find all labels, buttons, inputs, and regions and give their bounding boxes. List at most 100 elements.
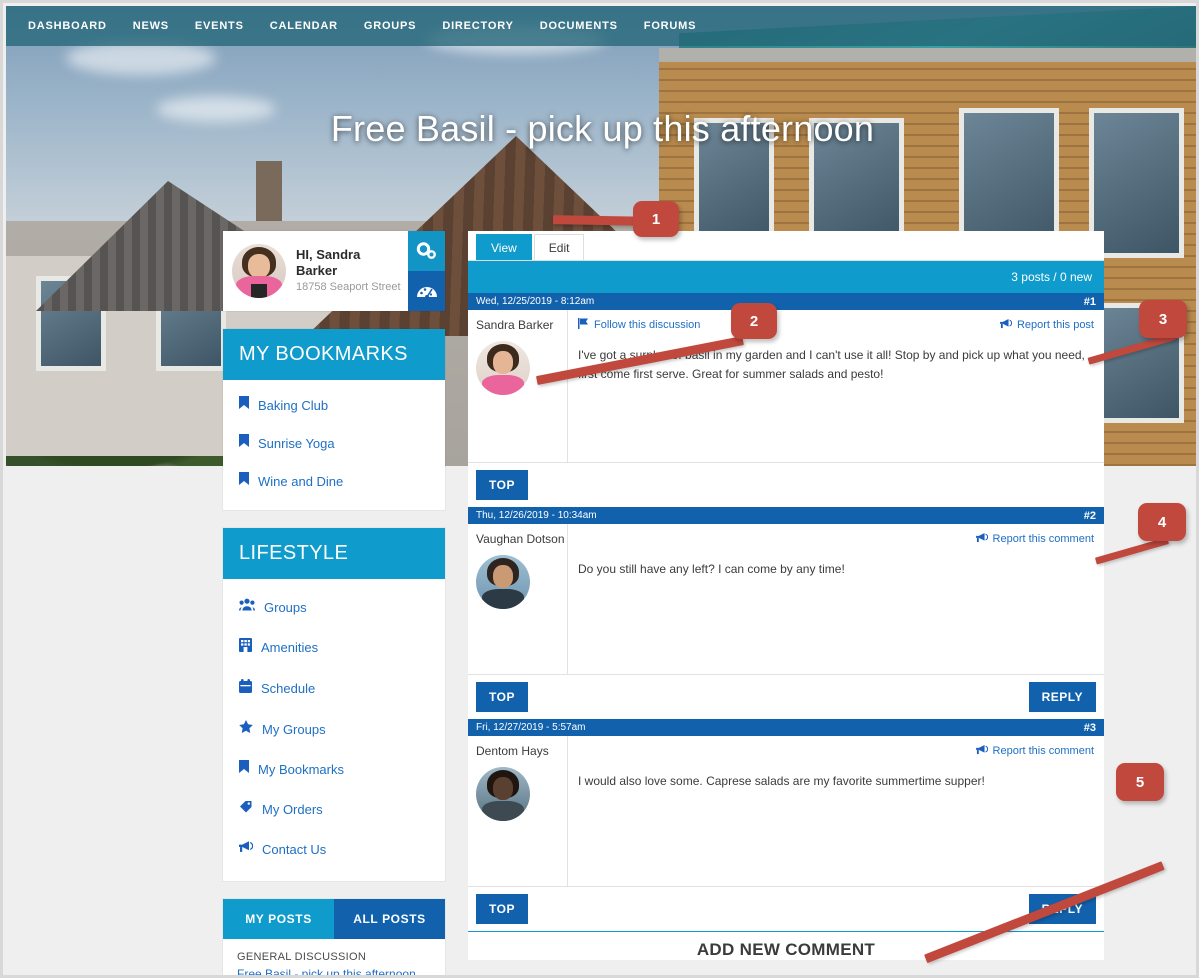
- star-icon: [239, 720, 253, 738]
- callout-2: 2: [535, 303, 783, 385]
- callout-5: 5: [908, 763, 1168, 964]
- posts-widget: MY POSTS ALL POSTS GENERAL DISCUSSION Fr…: [223, 899, 445, 975]
- nav-item-dashboard[interactable]: DASHBOARD: [28, 20, 107, 32]
- lifestyle-item-my-groups[interactable]: My Groups: [223, 709, 445, 749]
- top-button[interactable]: TOP: [476, 894, 528, 924]
- post-footer-1: TOP: [468, 463, 1104, 507]
- post-date-3: Fri, 12/27/2019 - 5:57am: [476, 722, 586, 733]
- chimney: [256, 161, 282, 221]
- callout-1-label: 1: [633, 201, 679, 237]
- avatar: [476, 341, 530, 395]
- nav-item-documents[interactable]: DOCUMENTS: [540, 20, 618, 32]
- post-author-2: Vaughan Dotson: [476, 532, 565, 546]
- bookmark-item-sunrise-yoga[interactable]: Sunrise Yoga: [223, 424, 445, 462]
- post-date-2: Thu, 12/26/2019 - 10:34am: [476, 510, 597, 521]
- flag-icon: [578, 318, 589, 332]
- bookmark-item-baking-club[interactable]: Baking Club: [223, 386, 445, 424]
- callout-1: 1: [552, 201, 683, 247]
- profile-name: HI, Sandra Barker: [296, 246, 361, 279]
- bookmark-label: Baking Club: [258, 397, 329, 413]
- post-number-3: #3: [1083, 721, 1096, 734]
- calendar-icon: [239, 679, 252, 698]
- post-text-1: I've got a surplus of basil in my garden…: [578, 348, 1085, 382]
- report-label: Report this comment: [992, 745, 1094, 757]
- lifestyle-item-groups[interactable]: Groups: [223, 587, 445, 627]
- post-author-3: Dentom Hays: [476, 744, 549, 758]
- add-new-comment-section: ADD NEW COMMENT: [468, 931, 1104, 960]
- gears-icon[interactable]: [408, 231, 445, 271]
- post-header-1: Wed, 12/25/2019 - 8:12am #1: [468, 293, 1104, 310]
- callout-4: 4: [1088, 503, 1196, 565]
- lifestyle-item-schedule[interactable]: Schedule: [223, 668, 445, 709]
- lifestyle-item-my-bookmarks[interactable]: My Bookmarks: [223, 749, 445, 789]
- avatar: [476, 555, 530, 609]
- lifestyle-item-contact-us[interactable]: Contact Us: [223, 829, 445, 869]
- sidebar: HI, Sandra Barker 18758 Seaport Street M…: [223, 231, 445, 975]
- nav-item-directory[interactable]: DIRECTORY: [442, 20, 513, 32]
- bookmark-label: Wine and Dine: [258, 473, 344, 489]
- post-author-1: Sandra Barker: [476, 318, 554, 332]
- report-this-comment-link[interactable]: Report this comment: [975, 744, 1094, 758]
- bookmark-item-wine-and-dine[interactable]: Wine and Dine: [223, 462, 445, 500]
- lifestyle-label: My Orders: [262, 801, 323, 817]
- callout-3: 3: [1087, 300, 1196, 365]
- post-title-link[interactable]: Free Basil - pick up this afternoon: [237, 967, 431, 975]
- nav-item-calendar[interactable]: CALENDAR: [270, 20, 338, 32]
- top-navigation: DASHBOARD NEWS EVENTS CALENDAR GROUPS DI…: [6, 6, 1196, 46]
- avatar: [476, 767, 530, 821]
- post-date-1: Wed, 12/25/2019 - 8:12am: [476, 296, 595, 307]
- lifestyle-label: Groups: [264, 599, 307, 615]
- reply-button[interactable]: REPLY: [1028, 682, 1096, 712]
- tab-all-posts[interactable]: ALL POSTS: [334, 899, 445, 939]
- nav-item-news[interactable]: NEWS: [133, 20, 169, 32]
- bookmark-icon: [239, 434, 249, 452]
- lifestyle-item-my-orders[interactable]: My Orders: [223, 789, 445, 829]
- nav-item-groups[interactable]: GROUPS: [364, 20, 416, 32]
- report-label: Report this comment: [992, 533, 1094, 545]
- top-button[interactable]: TOP: [476, 682, 528, 712]
- tab-view[interactable]: View: [476, 234, 532, 260]
- post-1: Sandra Barker Follow this discussion Rep…: [468, 310, 1104, 463]
- bullhorn-icon: [1000, 318, 1013, 332]
- bullhorn-icon: [239, 840, 254, 858]
- nav-item-events[interactable]: EVENTS: [195, 20, 244, 32]
- my-bookmarks-title: MY BOOKMARKS: [223, 329, 445, 380]
- bookmark-label: Sunrise Yoga: [258, 435, 335, 451]
- bullhorn-icon: [975, 532, 988, 546]
- profile-address: 18758 Seaport Street: [296, 281, 401, 294]
- bookmark-icon: [239, 760, 249, 778]
- lifestyle-label: My Groups: [262, 721, 326, 737]
- post-count-bar: 3 posts / 0 new: [468, 261, 1104, 293]
- lifestyle-item-amenities[interactable]: Amenities: [223, 627, 445, 668]
- report-this-post-link[interactable]: Report this post: [1000, 318, 1094, 332]
- my-bookmarks-card: MY BOOKMARKS Baking Club Sunrise Yoga Wi…: [223, 329, 445, 510]
- post-2: Vaughan Dotson Report this comment Do yo…: [468, 524, 1104, 675]
- cloud: [66, 41, 216, 75]
- callout-4-label: 4: [1138, 503, 1186, 541]
- bookmark-icon: [239, 472, 249, 490]
- bullhorn-icon: [975, 744, 988, 758]
- nav-item-forums[interactable]: FORUMS: [644, 20, 696, 32]
- lifestyle-label: Schedule: [261, 681, 316, 696]
- lifestyle-title: LIFESTYLE: [223, 528, 445, 579]
- users-icon: [239, 598, 255, 616]
- post-header-3: Fri, 12/27/2019 - 5:57am #3: [468, 719, 1104, 736]
- tab-my-posts[interactable]: MY POSTS: [223, 899, 334, 939]
- profile-card: HI, Sandra Barker 18758 Seaport Street: [223, 231, 445, 311]
- post-text-2: Do you still have any left? I can come b…: [578, 562, 845, 576]
- top-button[interactable]: TOP: [476, 470, 528, 500]
- dashboard-gauge-icon[interactable]: [408, 271, 445, 311]
- report-this-comment-link[interactable]: Report this comment: [975, 532, 1094, 546]
- add-new-comment-title: ADD NEW COMMENT: [696, 940, 876, 959]
- tags-icon: [239, 800, 253, 818]
- bookmark-icon: [239, 396, 249, 414]
- callout-2-label: 2: [731, 303, 777, 339]
- lifestyle-label: Contact Us: [262, 841, 327, 857]
- avatar: [232, 244, 286, 298]
- post-header-2: Thu, 12/26/2019 - 10:34am #2: [468, 507, 1104, 524]
- lifestyle-card: LIFESTYLE Groups Amenities Schedule My G…: [223, 528, 445, 881]
- building-icon: [239, 638, 252, 657]
- page-title: Free Basil - pick up this afternoon: [330, 108, 875, 149]
- callout-5-label: 5: [1116, 763, 1164, 801]
- post-category: GENERAL DISCUSSION: [237, 951, 367, 963]
